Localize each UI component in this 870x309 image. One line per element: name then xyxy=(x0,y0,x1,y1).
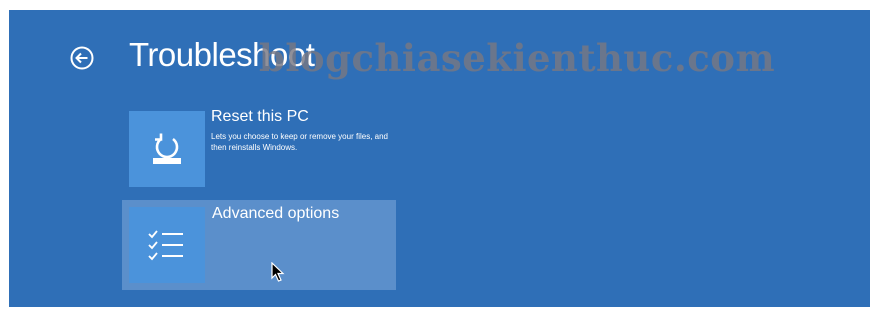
checklist-icon xyxy=(148,230,183,261)
reset-pc-icon-box xyxy=(129,111,205,187)
back-arrow-circle-icon xyxy=(70,46,94,70)
advanced-options-option[interactable]: Advanced options xyxy=(122,200,396,290)
checklist-icon-box xyxy=(129,207,205,283)
reset-pc-icon xyxy=(153,133,181,164)
watermark: blogchiasekienthuc.com xyxy=(259,36,776,80)
advanced-options-title: Advanced options xyxy=(212,205,340,222)
page-title: Troubleshoot xyxy=(129,36,315,73)
troubleshoot-screen: Troubleshoot blogchiasekienthuc.com Rese… xyxy=(9,10,870,307)
reset-this-pc-option[interactable]: Reset this PC Lets you choose to keep or… xyxy=(122,101,412,187)
reset-this-pc-title: Reset this PC xyxy=(211,108,309,125)
back-button[interactable] xyxy=(69,45,95,71)
reset-this-pc-description: Lets you choose to keep or remove your f… xyxy=(211,132,388,152)
